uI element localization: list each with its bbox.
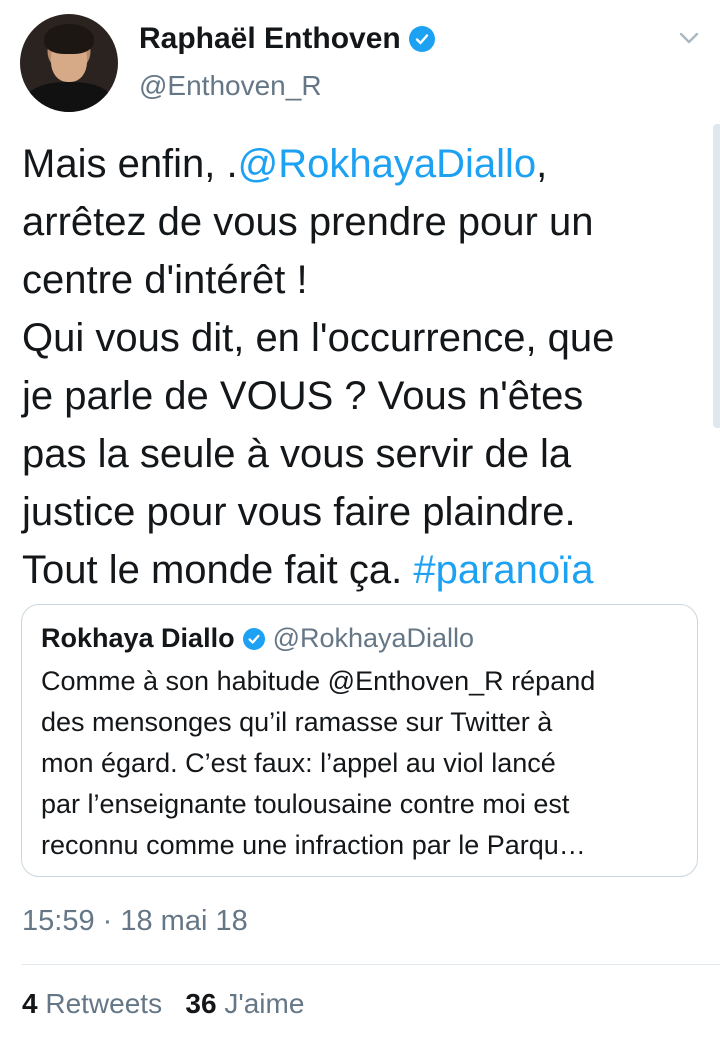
hashtag-link[interactable]: #paranoïa [413, 548, 593, 592]
quoted-text-line: mon égard. C’est faux: l’appel au viol l… [41, 748, 556, 778]
tweet-stats: 4 Retweets 36 J'aime [22, 988, 304, 1020]
quoted-text-line: Comme à son habitude @Enthoven_R répand [41, 666, 596, 696]
divider [22, 964, 720, 965]
mention-link[interactable]: @RokhayaDiallo [238, 142, 537, 186]
scrollbar[interactable] [713, 124, 720, 428]
tweet-timestamp[interactable]: 15:59 · 18 mai 18 [22, 905, 248, 938]
tweet-text-part: Mais enfin, . [22, 142, 238, 186]
author-handle[interactable]: @Enthoven_R [139, 70, 322, 102]
retweets-count: 4 [22, 988, 38, 1019]
quoted-text-line: par l’enseignante toulousaine contre moi… [41, 789, 570, 819]
chevron-down-icon[interactable] [676, 28, 702, 48]
likes-stat[interactable]: 36 J'aime [185, 988, 304, 1019]
retweets-stat[interactable]: 4 Retweets [22, 988, 162, 1019]
quoted-tweet[interactable]: Rokhaya Diallo @RokhayaDiallo Comme à so… [21, 604, 698, 877]
quoted-text-line: des mensonges qu’il ramasse sur Twitter … [41, 707, 553, 737]
tweet-view: Raphaël Enthoven @Enthoven_R Mais enfin,… [0, 0, 720, 1039]
retweets-label: Retweets [45, 988, 163, 1019]
tweet-text: Mais enfin, .@RokhayaDiallo, arrêtez de … [22, 135, 702, 599]
verified-badge-icon [242, 627, 265, 650]
quoted-text-line: reconnu comme une infraction par le Parq… [41, 830, 586, 860]
avatar[interactable] [20, 14, 118, 112]
quoted-tweet-text: Comme à son habitude @Enthoven_R répand … [41, 661, 691, 866]
likes-count: 36 [185, 988, 217, 1019]
likes-label: J'aime [224, 988, 305, 1019]
quoted-author-name: Rokhaya Diallo [41, 623, 235, 653]
author-name-row: Raphaël Enthoven [139, 22, 435, 56]
quoted-tweet-header: Rokhaya Diallo @RokhayaDiallo [41, 623, 474, 654]
author-display-name[interactable]: Raphaël Enthoven [139, 22, 401, 56]
verified-badge-icon [408, 26, 435, 52]
tweet-text-part: , arrêtez de vous prendre pour un centre… [22, 142, 615, 592]
quoted-author-handle: @RokhayaDiallo [272, 623, 475, 653]
